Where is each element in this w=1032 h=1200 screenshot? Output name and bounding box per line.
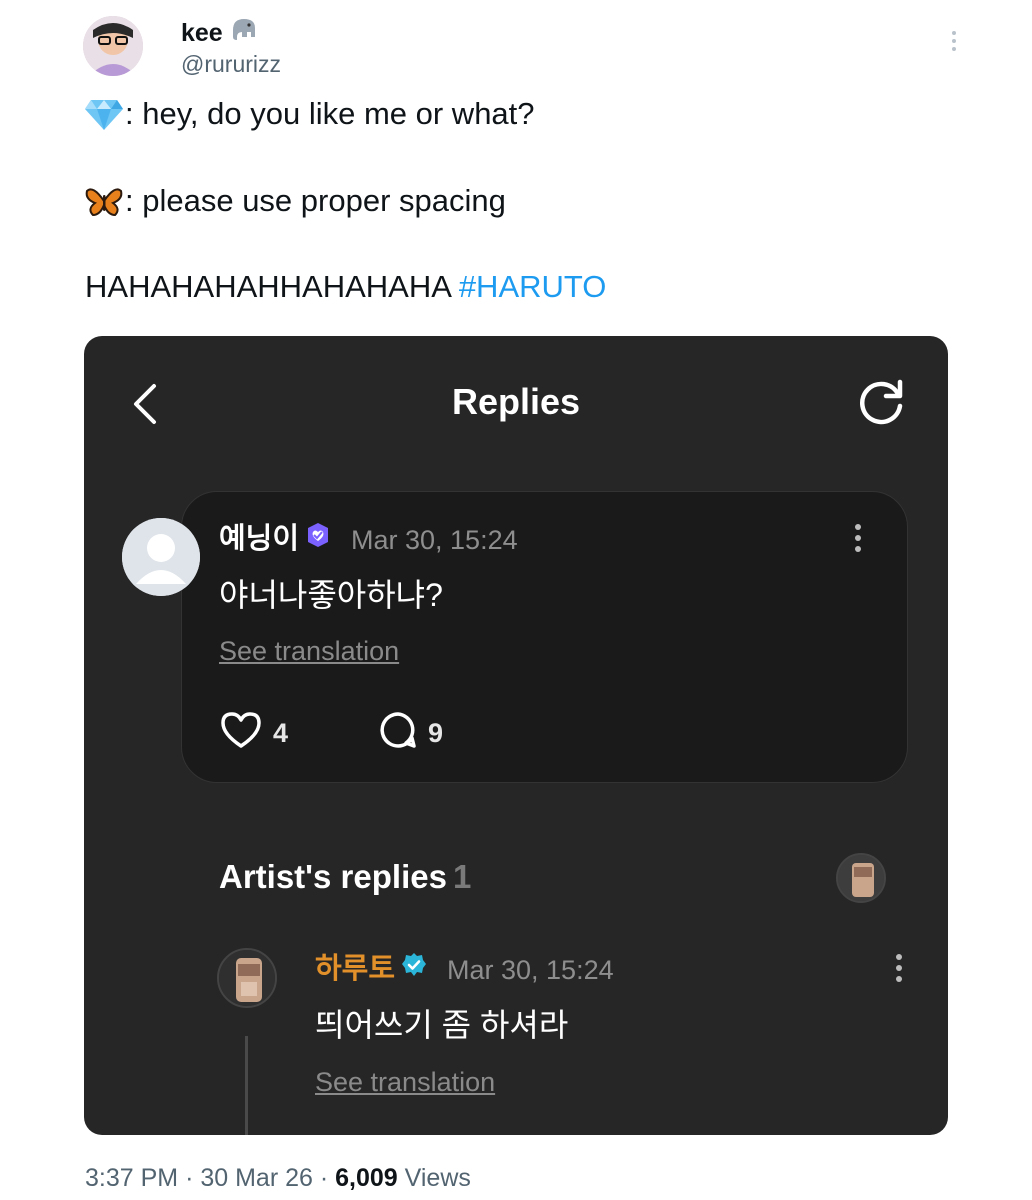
- reply-count-button[interactable]: 9: [378, 710, 443, 755]
- tweet-line-2: : please use proper spacing: [85, 182, 506, 220]
- like-count: 4: [273, 717, 289, 748]
- gem-icon: [85, 96, 123, 132]
- user-avatar[interactable]: [83, 16, 143, 76]
- hashtag-link[interactable]: #HARUTO: [459, 268, 607, 306]
- comment-time: Mar 30, 15:24: [351, 525, 518, 555]
- fan-badge-icon: [305, 520, 331, 558]
- comment-bubble-icon: [378, 710, 418, 755]
- like-button[interactable]: 4: [219, 710, 288, 755]
- commenter-avatar[interactable]: [122, 518, 200, 596]
- tweet-date[interactable]: 30 Mar 26: [200, 1164, 313, 1192]
- reply-count: 9: [428, 717, 444, 748]
- more-options-icon[interactable]: [940, 27, 968, 55]
- artist-reply-time: Mar 30, 15:24: [447, 955, 614, 985]
- artist-thumbnail-avatar[interactable]: [836, 853, 886, 903]
- elephant-icon: [229, 16, 259, 49]
- replies-title: Replies: [451, 381, 581, 422]
- artist-replies-count: 1: [452, 858, 472, 895]
- comment-text: 야너나좋아하냐?: [219, 577, 443, 613]
- views-label: Views: [404, 1164, 471, 1192]
- verified-badge-icon: [401, 950, 427, 988]
- butterfly-icon: [85, 183, 123, 219]
- refresh-icon[interactable]: [854, 376, 908, 430]
- artist-replies-heading: Artist's replies 1: [219, 858, 472, 895]
- user-handle[interactable]: @rururizz: [181, 50, 281, 78]
- replies-screenshot-card[interactable]: Replies 예닝이 Mar 30, 15:24 야너나좋아하냐? See t…: [84, 336, 948, 1135]
- tweet-time[interactable]: 3:37 PM: [85, 1164, 178, 1192]
- artist-avatar[interactable]: [217, 948, 277, 1008]
- see-translation-link[interactable]: See translation: [219, 634, 399, 668]
- thread-line: [245, 1036, 248, 1135]
- more-options-icon[interactable]: [887, 950, 911, 986]
- tweet-line-3: HAHAHAHAHHAHAHAHA #HARUTO: [85, 268, 607, 306]
- heart-icon: [219, 710, 263, 755]
- see-translation-link[interactable]: See translation: [315, 1065, 495, 1099]
- tweet-line-1: : hey, do you like me or what?: [85, 95, 535, 133]
- user-display-name[interactable]: kee: [181, 16, 259, 49]
- views-count: 6,009: [335, 1164, 398, 1192]
- commenter-name[interactable]: 예닝이: [219, 520, 331, 558]
- artist-reply-text: 띄어쓰기 좀 하셔라: [315, 1007, 569, 1043]
- more-options-icon[interactable]: [846, 520, 870, 556]
- tweet-footer: 3:37 PM · 30 Mar 26 · 6,009 Views: [85, 1164, 471, 1192]
- artist-name[interactable]: 하루토: [315, 950, 427, 988]
